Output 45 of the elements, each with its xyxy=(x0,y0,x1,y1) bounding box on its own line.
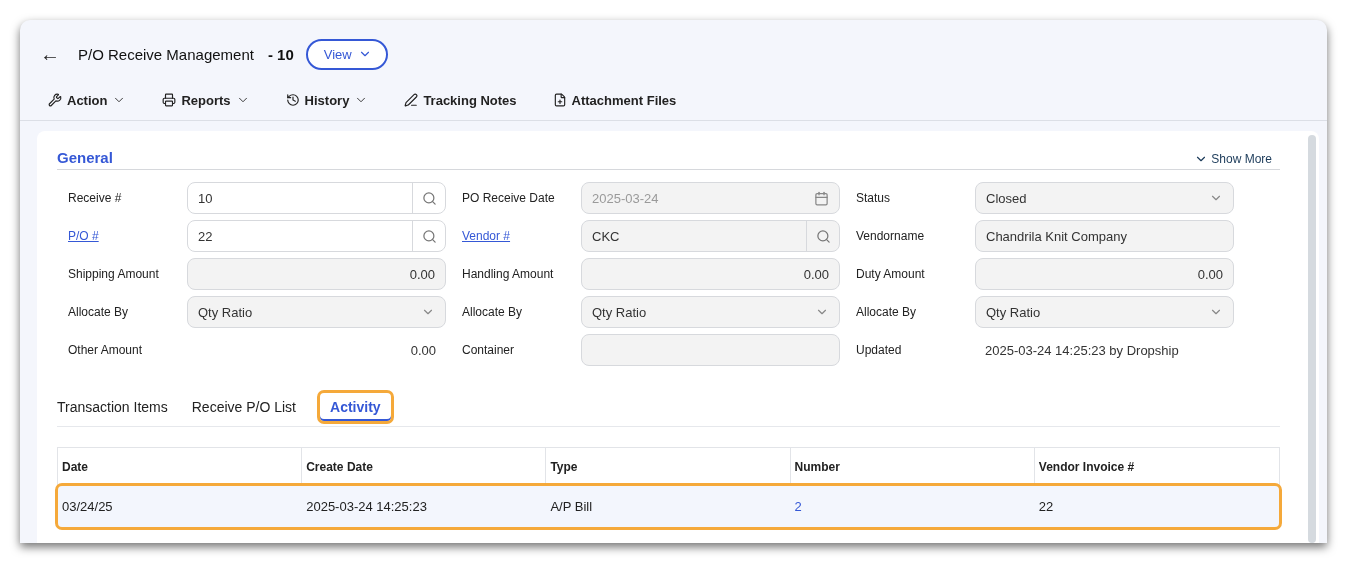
back-button[interactable]: ← xyxy=(40,42,60,66)
show-more-link[interactable]: Show More xyxy=(1194,152,1280,166)
field-label: Updated xyxy=(856,343,903,357)
toolbar-dropdown-button[interactable]: Reports xyxy=(160,88,260,112)
field-label: Allocate By xyxy=(68,305,130,319)
field-label: Handling Amount xyxy=(462,267,555,281)
tab[interactable]: Activity xyxy=(320,393,391,421)
search-field[interactable]: 22 xyxy=(187,220,446,252)
search-field[interactable]: 10 xyxy=(187,182,446,214)
section-title: General xyxy=(57,149,113,166)
table-cell-text: A/P Bill xyxy=(549,498,594,516)
column-header: Vendor Invoice # xyxy=(1037,459,1136,476)
field-label: Container xyxy=(462,343,516,357)
page-title: P/O Receive Management xyxy=(78,45,254,63)
field-label: Status xyxy=(856,191,892,205)
printer-icon xyxy=(162,93,177,107)
pen-icon xyxy=(404,93,419,107)
table-row[interactable]: 03/24/25 2025-03-24 14:25:23 A/P Bill 2 22 xyxy=(58,486,1279,527)
tab[interactable]: Transaction Items xyxy=(57,393,178,421)
field-label: Other Amount xyxy=(68,343,144,357)
scrollbar[interactable] xyxy=(1308,135,1316,543)
table-cell-text: 22 xyxy=(1037,498,1055,516)
field-label: Vendorname xyxy=(856,229,926,243)
toolbar-dropdown-button[interactable]: History xyxy=(283,88,379,112)
number-link[interactable]: 2 xyxy=(790,486,1035,527)
table-cell-text: 03/24/25 xyxy=(61,498,114,516)
field-label-link[interactable]: P/O # xyxy=(68,229,187,243)
toolbar-dropdown-button[interactable]: Action xyxy=(46,88,137,112)
field-label: Shipping Amount xyxy=(68,267,160,281)
wrench-icon xyxy=(48,93,62,107)
view-button[interactable]: View xyxy=(305,38,388,70)
field-label: Receive # xyxy=(68,191,123,205)
toolbar-button[interactable]: Attachment Files xyxy=(550,88,687,112)
tab[interactable]: Receive P/O List xyxy=(191,393,306,421)
history-icon xyxy=(285,93,300,107)
field-value: 2025-03-24 14:25:23 by Dropship xyxy=(984,342,1179,358)
field-label: Allocate By xyxy=(856,305,918,319)
toolbar-button[interactable]: Tracking Notes xyxy=(402,88,527,112)
field-value: 0.00 xyxy=(410,342,437,358)
field-label: Duty Amount xyxy=(856,267,926,281)
field-label: Allocate By xyxy=(462,305,524,319)
file-icon xyxy=(552,93,567,107)
field-label: PO Receive Date xyxy=(462,191,556,205)
table-cell-text: 2025-03-24 14:25:23 xyxy=(305,498,428,516)
record-number: - 10 xyxy=(267,45,294,63)
